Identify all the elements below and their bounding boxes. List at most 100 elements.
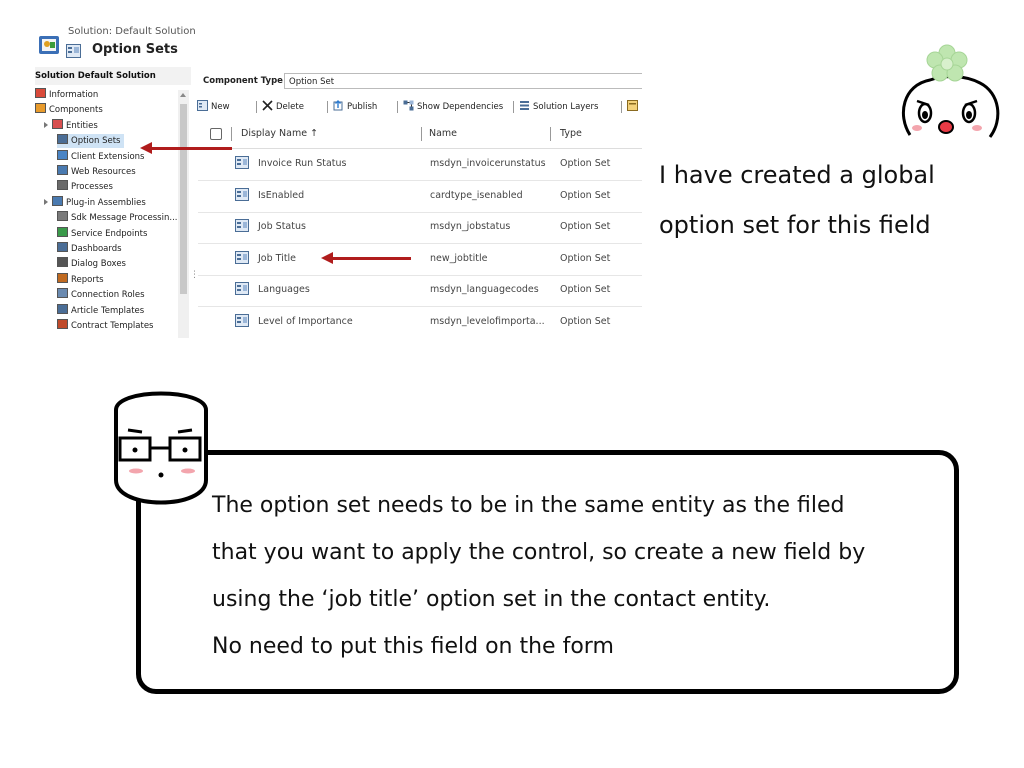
table-row[interactable]: Job Title new_jobtitle Option Set bbox=[198, 244, 642, 276]
toolbar-button-label: Solution Layers bbox=[533, 102, 599, 112]
cell-display-name[interactable]: Languages bbox=[258, 284, 310, 295]
sidebar-item-reports[interactable]: Reports bbox=[57, 272, 104, 287]
sidebar-item-processes[interactable]: Processes bbox=[57, 180, 113, 194]
arrow-head-icon bbox=[321, 252, 333, 264]
top-annotation-line: I have created a global bbox=[659, 161, 935, 189]
expand-icon[interactable] bbox=[44, 121, 48, 128]
toolbar-separator bbox=[327, 101, 328, 113]
sidebar-item-contract-templates[interactable]: Contract Templates bbox=[57, 319, 153, 333]
table-row[interactable]: Job Status msdyn_jobstatus Option Set bbox=[198, 212, 642, 244]
sidebar-item-label: Entities bbox=[66, 120, 98, 131]
cell-type: Option Set bbox=[560, 158, 611, 169]
sidebar-item-label: Client Extensions bbox=[71, 151, 145, 162]
explorer-header: Solution: Default Solution Option Sets bbox=[35, 20, 196, 66]
client-extensions-icon bbox=[57, 149, 68, 160]
column-name[interactable]: Name bbox=[429, 128, 457, 139]
bubble-line: that you want to apply the control, so c… bbox=[212, 540, 866, 565]
web-resources-icon bbox=[57, 165, 68, 175]
table-row[interactable]: IsEnabled cardtype_isenabled Option Set bbox=[198, 181, 642, 213]
cell-name: msdyn_languagecodes bbox=[430, 284, 539, 295]
table-row[interactable]: Level of Importance msdyn_levelofimporta.… bbox=[198, 307, 642, 338]
sidebar-item-plug-in-assemblies[interactable]: Plug-in Assemblies bbox=[44, 195, 146, 210]
table-row[interactable]: Invoice Run Status msdyn_invoicerunstatus… bbox=[198, 149, 642, 181]
sidebar-item-components[interactable]: Components bbox=[35, 103, 103, 117]
toolbar-separator bbox=[513, 101, 514, 113]
header-divider bbox=[231, 127, 232, 141]
cell-type: Option Set bbox=[560, 252, 611, 264]
bubble-line: using the ‘job title’ option set in the … bbox=[212, 587, 771, 612]
dynamics-screenshot: Solution: Default Solution Option Sets S… bbox=[35, 20, 642, 338]
toolbar-button-label: New bbox=[211, 102, 230, 112]
toolbar-button-label: Delete bbox=[276, 102, 304, 112]
solution-layers-button[interactable]: Solution Layers bbox=[519, 98, 598, 116]
toolbar-separator bbox=[621, 101, 622, 113]
grid-header: Display Name ↑ Name Type bbox=[198, 120, 642, 149]
sidebar-item-dashboards[interactable]: Dashboards bbox=[57, 242, 122, 256]
cell-display-name[interactable]: IsEnabled bbox=[258, 190, 304, 201]
option-set-icon bbox=[235, 313, 249, 327]
component-type-row: Component Type Option Set bbox=[203, 72, 642, 90]
option-sets-icon bbox=[57, 134, 68, 145]
service-endpoints-icon bbox=[57, 226, 68, 237]
contract-templates-icon bbox=[57, 319, 68, 329]
publish-button[interactable]: Publish bbox=[333, 98, 377, 116]
sidebar-item-service-endpoints[interactable]: Service Endpoints bbox=[57, 226, 148, 241]
new-button[interactable]: New bbox=[197, 98, 230, 116]
column-display-name[interactable]: Display Name ↑ bbox=[241, 128, 318, 139]
header-divider bbox=[550, 127, 551, 141]
sidebar-item-label: Components bbox=[49, 105, 103, 116]
sidebar-item-dialog-boxes[interactable]: Dialog Boxes bbox=[57, 257, 126, 271]
toolbar-button-label: Show Dependencies bbox=[417, 102, 504, 112]
expand-icon[interactable] bbox=[44, 198, 48, 205]
sidebar-item-connection-roles[interactable]: Connection Roles bbox=[57, 288, 145, 302]
delete-button[interactable]: Delete bbox=[262, 98, 304, 116]
scroll-up-icon[interactable] bbox=[180, 93, 186, 97]
sidebar-item-label: Dialog Boxes bbox=[71, 259, 126, 270]
scrollbar-thumb[interactable] bbox=[180, 104, 187, 294]
component-type-select[interactable]: Option Set bbox=[284, 73, 642, 89]
sidebar-item-label: Sdk Message Processin... bbox=[71, 213, 178, 224]
option-set-icon bbox=[235, 250, 249, 264]
sidebar-item-label: Plug-in Assemblies bbox=[66, 197, 146, 208]
sidebar-item-client-extensions[interactable]: Client Extensions bbox=[57, 149, 145, 164]
tree-scrollbar[interactable] bbox=[178, 90, 189, 338]
sidebar-item-sdk-message-processin[interactable]: Sdk Message Processin... bbox=[57, 211, 177, 225]
sidebar-item-label: Reports bbox=[71, 274, 104, 285]
entities-icon bbox=[52, 118, 63, 129]
more-button[interactable] bbox=[627, 98, 641, 116]
cell-name: new_jobtitle bbox=[430, 252, 488, 264]
speech-bubble-text: The option set needs to be in the same e… bbox=[212, 482, 952, 670]
option-sets-title-icon bbox=[66, 44, 81, 58]
top-annotation-line: option set for this field bbox=[659, 211, 931, 239]
sidebar-item-label: Web Resources bbox=[71, 167, 136, 177]
sidebar-item-label: Service Endpoints bbox=[71, 228, 148, 239]
sidebar-item-information[interactable]: Information bbox=[35, 88, 98, 102]
select-all-checkbox[interactable] bbox=[210, 128, 222, 140]
components-icon bbox=[35, 103, 46, 114]
toolbar-separator bbox=[256, 101, 257, 113]
arrow-head-icon bbox=[140, 142, 152, 154]
top-annotation: I have created a global option set for t… bbox=[659, 150, 999, 250]
cell-display-name[interactable]: Level of Importance bbox=[258, 316, 353, 327]
toolbar: New Delete Publish Show Dependencies Solutio… bbox=[195, 98, 642, 116]
article-templates-icon bbox=[57, 303, 68, 314]
arrow-to-job-title bbox=[333, 257, 411, 260]
solution-layers-icon bbox=[519, 101, 533, 112]
cell-display-name[interactable]: Job Status bbox=[258, 221, 306, 232]
sidebar-item-option-sets[interactable]: Option Sets bbox=[57, 134, 125, 149]
bubble-line: No need to put this field on the form bbox=[212, 634, 614, 659]
sidebar-item-web-resources[interactable]: Web Resources bbox=[57, 165, 136, 179]
show-dependencies-button[interactable]: Show Dependencies bbox=[403, 98, 503, 116]
sidebar-item-label: Processes bbox=[71, 182, 113, 193]
table-row[interactable]: Languages msdyn_languagecodes Option Set bbox=[198, 275, 642, 307]
component-type-label: Component Type bbox=[203, 76, 283, 86]
option-set-icon bbox=[235, 219, 249, 232]
cell-display-name[interactable]: Invoice Run Status bbox=[258, 158, 347, 169]
sidebar-item-article-templates[interactable]: Article Templates bbox=[57, 303, 144, 318]
column-type[interactable]: Type bbox=[560, 128, 582, 139]
cell-display-name[interactable]: Job Title bbox=[258, 253, 296, 264]
sidebar-item-label: Option Sets bbox=[71, 136, 121, 147]
cell-type: Option Set bbox=[560, 315, 611, 327]
sidebar-item-label: Contract Templates bbox=[71, 321, 154, 331]
sidebar-item-entities[interactable]: Entities bbox=[44, 118, 98, 133]
